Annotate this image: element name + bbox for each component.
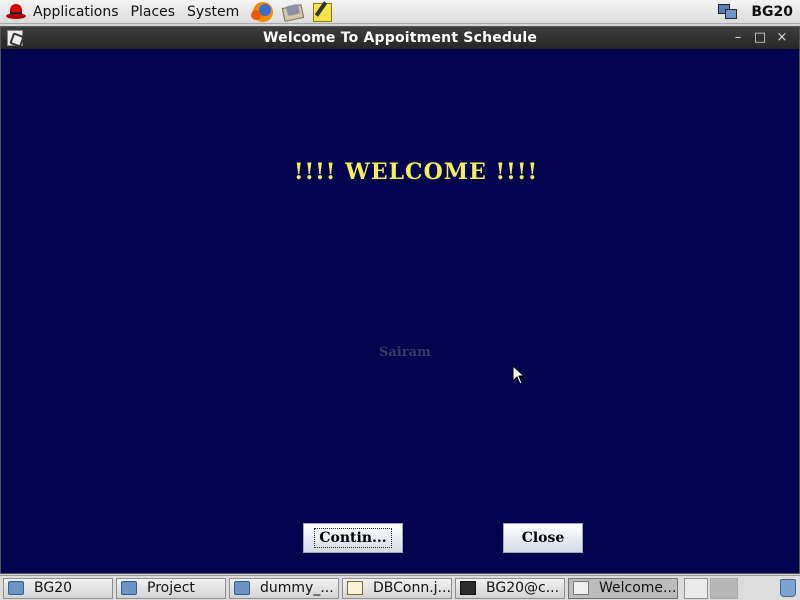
network-icon[interactable] (717, 2, 739, 22)
firefox-icon[interactable] (251, 1, 275, 23)
mouse-pointer-icon (512, 365, 526, 385)
taskbar-item-project[interactable]: Project (116, 577, 226, 599)
terminal-icon (460, 581, 476, 595)
continue-button-label: Contin... (314, 528, 392, 548)
window-titlebar[interactable]: Welcome To Appoitment Schedule – □ × (1, 27, 799, 49)
trash-icon[interactable] (780, 579, 796, 597)
window-title: Welcome To Appoitment Schedule (262, 30, 538, 46)
mail-icon[interactable] (281, 1, 305, 23)
folder-icon (234, 581, 250, 595)
workspace-switcher-1[interactable] (684, 577, 708, 599)
close-window-button[interactable]: × (771, 29, 793, 47)
maximize-button[interactable]: □ (749, 29, 771, 47)
close-button[interactable]: Close (503, 523, 583, 553)
menu-system[interactable]: System (181, 0, 245, 24)
menu-applications[interactable]: Applications (27, 0, 125, 24)
taskbar-item-bg20[interactable]: BG20 (3, 577, 113, 599)
java-app-icon[interactable] (7, 30, 23, 46)
taskbar-item-dbconn[interactable]: DBConn.j... (342, 577, 452, 599)
folder-icon (121, 581, 137, 595)
taskbar: BG20 Project dummy_... DBConn.j... BG20@… (0, 575, 800, 600)
sairam-label: Sairam (379, 345, 431, 360)
menu-places[interactable]: Places (125, 0, 182, 24)
java-app-icon (573, 581, 589, 595)
welcome-heading: !!!! WELCOME !!!! (293, 159, 539, 185)
continue-button[interactable]: Contin... (303, 523, 403, 553)
redhat-logo-icon[interactable] (5, 2, 27, 22)
note-icon[interactable] (311, 0, 335, 23)
taskbar-item-dummy[interactable]: dummy_... (229, 577, 339, 599)
taskbar-item-welcome[interactable]: Welcome... (568, 577, 678, 599)
text-editor-icon (347, 581, 363, 595)
window-content: !!!! WELCOME !!!! Sairam Contin... Close (1, 49, 799, 575)
taskbar-item-terminal[interactable]: BG20@c... (455, 577, 565, 599)
user-host-label[interactable]: BG20 (751, 4, 793, 20)
welcome-window: Welcome To Appoitment Schedule – □ × !!!… (0, 26, 800, 574)
minimize-button[interactable]: – (727, 29, 749, 47)
folder-icon (8, 581, 24, 595)
workspace-switcher-2[interactable] (710, 577, 738, 599)
top-panel: Applications Places System BG20 (0, 0, 800, 24)
